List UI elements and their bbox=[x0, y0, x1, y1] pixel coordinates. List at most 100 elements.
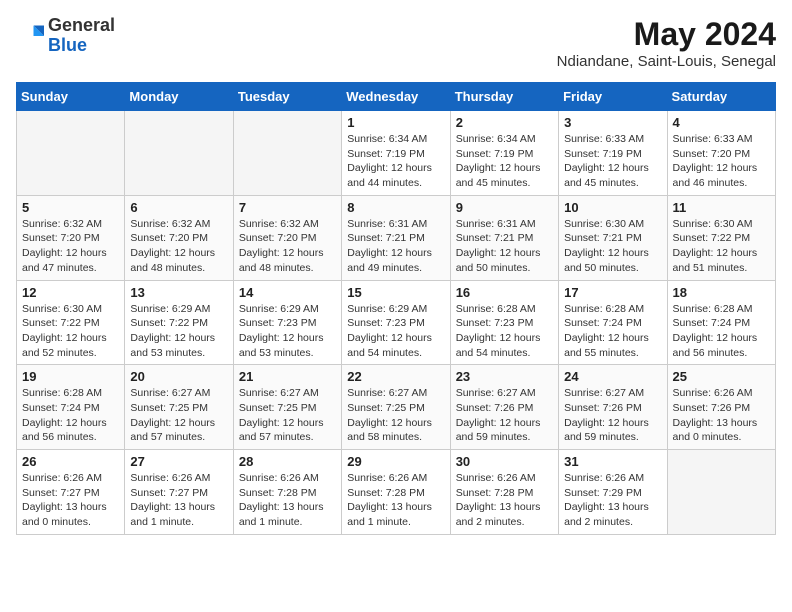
day-info: Sunrise: 6:31 AM Sunset: 7:21 PM Dayligh… bbox=[456, 217, 553, 276]
calendar-cell: 13 Sunrise: 6:29 AM Sunset: 7:22 PM Dayli… bbox=[125, 280, 233, 365]
day-info: Sunrise: 6:31 AM Sunset: 7:21 PM Dayligh… bbox=[347, 217, 444, 276]
day-number: 11 bbox=[673, 200, 770, 215]
day-number: 31 bbox=[564, 454, 661, 469]
calendar-cell bbox=[233, 111, 341, 196]
header-monday: Monday bbox=[125, 83, 233, 111]
week-row-1: 5 Sunrise: 6:32 AM Sunset: 7:20 PM Daylig… bbox=[17, 195, 776, 280]
day-number: 5 bbox=[22, 200, 119, 215]
day-number: 20 bbox=[130, 369, 227, 384]
calendar-cell: 22 Sunrise: 6:27 AM Sunset: 7:25 PM Dayli… bbox=[342, 365, 450, 450]
day-number: 4 bbox=[673, 115, 770, 130]
calendar-cell bbox=[667, 450, 775, 535]
calendar-cell: 23 Sunrise: 6:27 AM Sunset: 7:26 PM Dayli… bbox=[450, 365, 558, 450]
calendar-cell: 28Sunrise: 6:26 AM Sunset: 7:28 PM Dayli… bbox=[233, 450, 341, 535]
day-info: Sunrise: 6:28 AM Sunset: 7:24 PM Dayligh… bbox=[673, 302, 770, 361]
header-wednesday: Wednesday bbox=[342, 83, 450, 111]
day-info: Sunrise: 6:32 AM Sunset: 7:20 PM Dayligh… bbox=[130, 217, 227, 276]
day-info: Sunrise: 6:32 AM Sunset: 7:20 PM Dayligh… bbox=[239, 217, 336, 276]
day-number: 21 bbox=[239, 369, 336, 384]
day-info: Sunrise: 6:34 AM Sunset: 7:19 PM Dayligh… bbox=[347, 132, 444, 191]
location: Ndiandane, Saint-Louis, Senegal bbox=[557, 53, 776, 70]
day-info: Sunrise: 6:30 AM Sunset: 7:21 PM Dayligh… bbox=[564, 217, 661, 276]
calendar-cell: 2 Sunrise: 6:34 AM Sunset: 7:19 PM Daylig… bbox=[450, 111, 558, 196]
day-number: 9 bbox=[456, 200, 553, 215]
day-number: 15 bbox=[347, 285, 444, 300]
calendar-cell: 21 Sunrise: 6:27 AM Sunset: 7:25 PM Dayli… bbox=[233, 365, 341, 450]
day-number: 23 bbox=[456, 369, 553, 384]
calendar-cell: 15Sunrise: 6:29 AM Sunset: 7:23 PM Dayli… bbox=[342, 280, 450, 365]
calendar-cell: 5 Sunrise: 6:32 AM Sunset: 7:20 PM Daylig… bbox=[17, 195, 125, 280]
day-number: 16 bbox=[456, 285, 553, 300]
day-number: 8 bbox=[347, 200, 444, 215]
day-info: Sunrise: 6:30 AM Sunset: 7:22 PM Dayligh… bbox=[22, 302, 119, 361]
day-info: Sunrise: 6:33 AM Sunset: 7:20 PM Dayligh… bbox=[673, 132, 770, 191]
calendar-cell: 3 Sunrise: 6:33 AM Sunset: 7:19 PM Daylig… bbox=[559, 111, 667, 196]
calendar-cell bbox=[17, 111, 125, 196]
day-info: Sunrise: 6:27 AM Sunset: 7:26 PM Dayligh… bbox=[564, 386, 661, 445]
day-info: Sunrise: 6:27 AM Sunset: 7:25 PM Dayligh… bbox=[239, 386, 336, 445]
day-number: 10 bbox=[564, 200, 661, 215]
header-thursday: Thursday bbox=[450, 83, 558, 111]
calendar-table: SundayMondayTuesdayWednesdayThursdayFrid… bbox=[16, 82, 776, 535]
day-number: 1 bbox=[347, 115, 444, 130]
day-number: 27 bbox=[130, 454, 227, 469]
calendar-cell: 1 Sunrise: 6:34 AM Sunset: 7:19 PM Daylig… bbox=[342, 111, 450, 196]
calendar-cell: 30 Sunrise: 6:26 AM Sunset: 7:28 PM Dayli… bbox=[450, 450, 558, 535]
calendar-cell: 11Sunrise: 6:30 AM Sunset: 7:22 PM Dayli… bbox=[667, 195, 775, 280]
day-info: Sunrise: 6:32 AM Sunset: 7:20 PM Dayligh… bbox=[22, 217, 119, 276]
calendar-cell: 14 Sunrise: 6:29 AM Sunset: 7:23 PM Dayli… bbox=[233, 280, 341, 365]
week-row-4: 26 Sunrise: 6:26 AM Sunset: 7:27 PM Dayli… bbox=[17, 450, 776, 535]
calendar-cell: 4 Sunrise: 6:33 AM Sunset: 7:20 PM Daylig… bbox=[667, 111, 775, 196]
day-number: 14 bbox=[239, 285, 336, 300]
calendar-cell: 31 Sunrise: 6:26 AM Sunset: 7:29 PM Dayli… bbox=[559, 450, 667, 535]
day-number: 18 bbox=[673, 285, 770, 300]
day-info: Sunrise: 6:29 AM Sunset: 7:23 PM Dayligh… bbox=[239, 302, 336, 361]
day-number: 7 bbox=[239, 200, 336, 215]
calendar-cell: 29Sunrise: 6:26 AM Sunset: 7:28 PM Dayli… bbox=[342, 450, 450, 535]
day-number: 26 bbox=[22, 454, 119, 469]
header-tuesday: Tuesday bbox=[233, 83, 341, 111]
day-info: Sunrise: 6:33 AM Sunset: 7:19 PM Dayligh… bbox=[564, 132, 661, 191]
logo: General Blue bbox=[16, 16, 115, 56]
title-block: May 2024 Ndiandane, Saint-Louis, Senegal bbox=[557, 16, 776, 70]
day-number: 3 bbox=[564, 115, 661, 130]
day-info: Sunrise: 6:29 AM Sunset: 7:22 PM Dayligh… bbox=[130, 302, 227, 361]
header-sunday: Sunday bbox=[17, 83, 125, 111]
day-info: Sunrise: 6:26 AM Sunset: 7:27 PM Dayligh… bbox=[22, 471, 119, 530]
day-number: 2 bbox=[456, 115, 553, 130]
day-info: Sunrise: 6:27 AM Sunset: 7:26 PM Dayligh… bbox=[456, 386, 553, 445]
day-info: Sunrise: 6:26 AM Sunset: 7:28 PM Dayligh… bbox=[456, 471, 553, 530]
day-info: Sunrise: 6:34 AM Sunset: 7:19 PM Dayligh… bbox=[456, 132, 553, 191]
logo-icon bbox=[16, 22, 44, 50]
day-number: 30 bbox=[456, 454, 553, 469]
calendar-cell: 18 Sunrise: 6:28 AM Sunset: 7:24 PM Dayli… bbox=[667, 280, 775, 365]
day-number: 19 bbox=[22, 369, 119, 384]
calendar-cell: 24Sunrise: 6:27 AM Sunset: 7:26 PM Dayli… bbox=[559, 365, 667, 450]
day-number: 12 bbox=[22, 285, 119, 300]
calendar-cell: 20 Sunrise: 6:27 AM Sunset: 7:25 PM Dayli… bbox=[125, 365, 233, 450]
calendar-cell: 19 Sunrise: 6:28 AM Sunset: 7:24 PM Dayli… bbox=[17, 365, 125, 450]
calendar-cell bbox=[125, 111, 233, 196]
day-info: Sunrise: 6:28 AM Sunset: 7:24 PM Dayligh… bbox=[22, 386, 119, 445]
header-saturday: Saturday bbox=[667, 83, 775, 111]
day-info: Sunrise: 6:26 AM Sunset: 7:26 PM Dayligh… bbox=[673, 386, 770, 445]
calendar-cell: 10 Sunrise: 6:30 AM Sunset: 7:21 PM Dayli… bbox=[559, 195, 667, 280]
calendar-cell: 8 Sunrise: 6:31 AM Sunset: 7:21 PM Daylig… bbox=[342, 195, 450, 280]
week-row-3: 19 Sunrise: 6:28 AM Sunset: 7:24 PM Dayli… bbox=[17, 365, 776, 450]
week-row-0: 1 Sunrise: 6:34 AM Sunset: 7:19 PM Daylig… bbox=[17, 111, 776, 196]
logo-text: General Blue bbox=[48, 16, 115, 56]
day-info: Sunrise: 6:28 AM Sunset: 7:24 PM Dayligh… bbox=[564, 302, 661, 361]
day-info: Sunrise: 6:27 AM Sunset: 7:25 PM Dayligh… bbox=[130, 386, 227, 445]
day-number: 22 bbox=[347, 369, 444, 384]
calendar-cell: 27Sunrise: 6:26 AM Sunset: 7:27 PM Dayli… bbox=[125, 450, 233, 535]
day-info: Sunrise: 6:27 AM Sunset: 7:25 PM Dayligh… bbox=[347, 386, 444, 445]
day-info: Sunrise: 6:26 AM Sunset: 7:29 PM Dayligh… bbox=[564, 471, 661, 530]
week-row-2: 12 Sunrise: 6:30 AM Sunset: 7:22 PM Dayli… bbox=[17, 280, 776, 365]
day-number: 6 bbox=[130, 200, 227, 215]
calendar-cell: 17Sunrise: 6:28 AM Sunset: 7:24 PM Dayli… bbox=[559, 280, 667, 365]
day-number: 29 bbox=[347, 454, 444, 469]
calendar-cell: 26 Sunrise: 6:26 AM Sunset: 7:27 PM Dayli… bbox=[17, 450, 125, 535]
day-number: 13 bbox=[130, 285, 227, 300]
calendar-cell: 9 Sunrise: 6:31 AM Sunset: 7:21 PM Daylig… bbox=[450, 195, 558, 280]
month-title: May 2024 bbox=[557, 16, 776, 53]
